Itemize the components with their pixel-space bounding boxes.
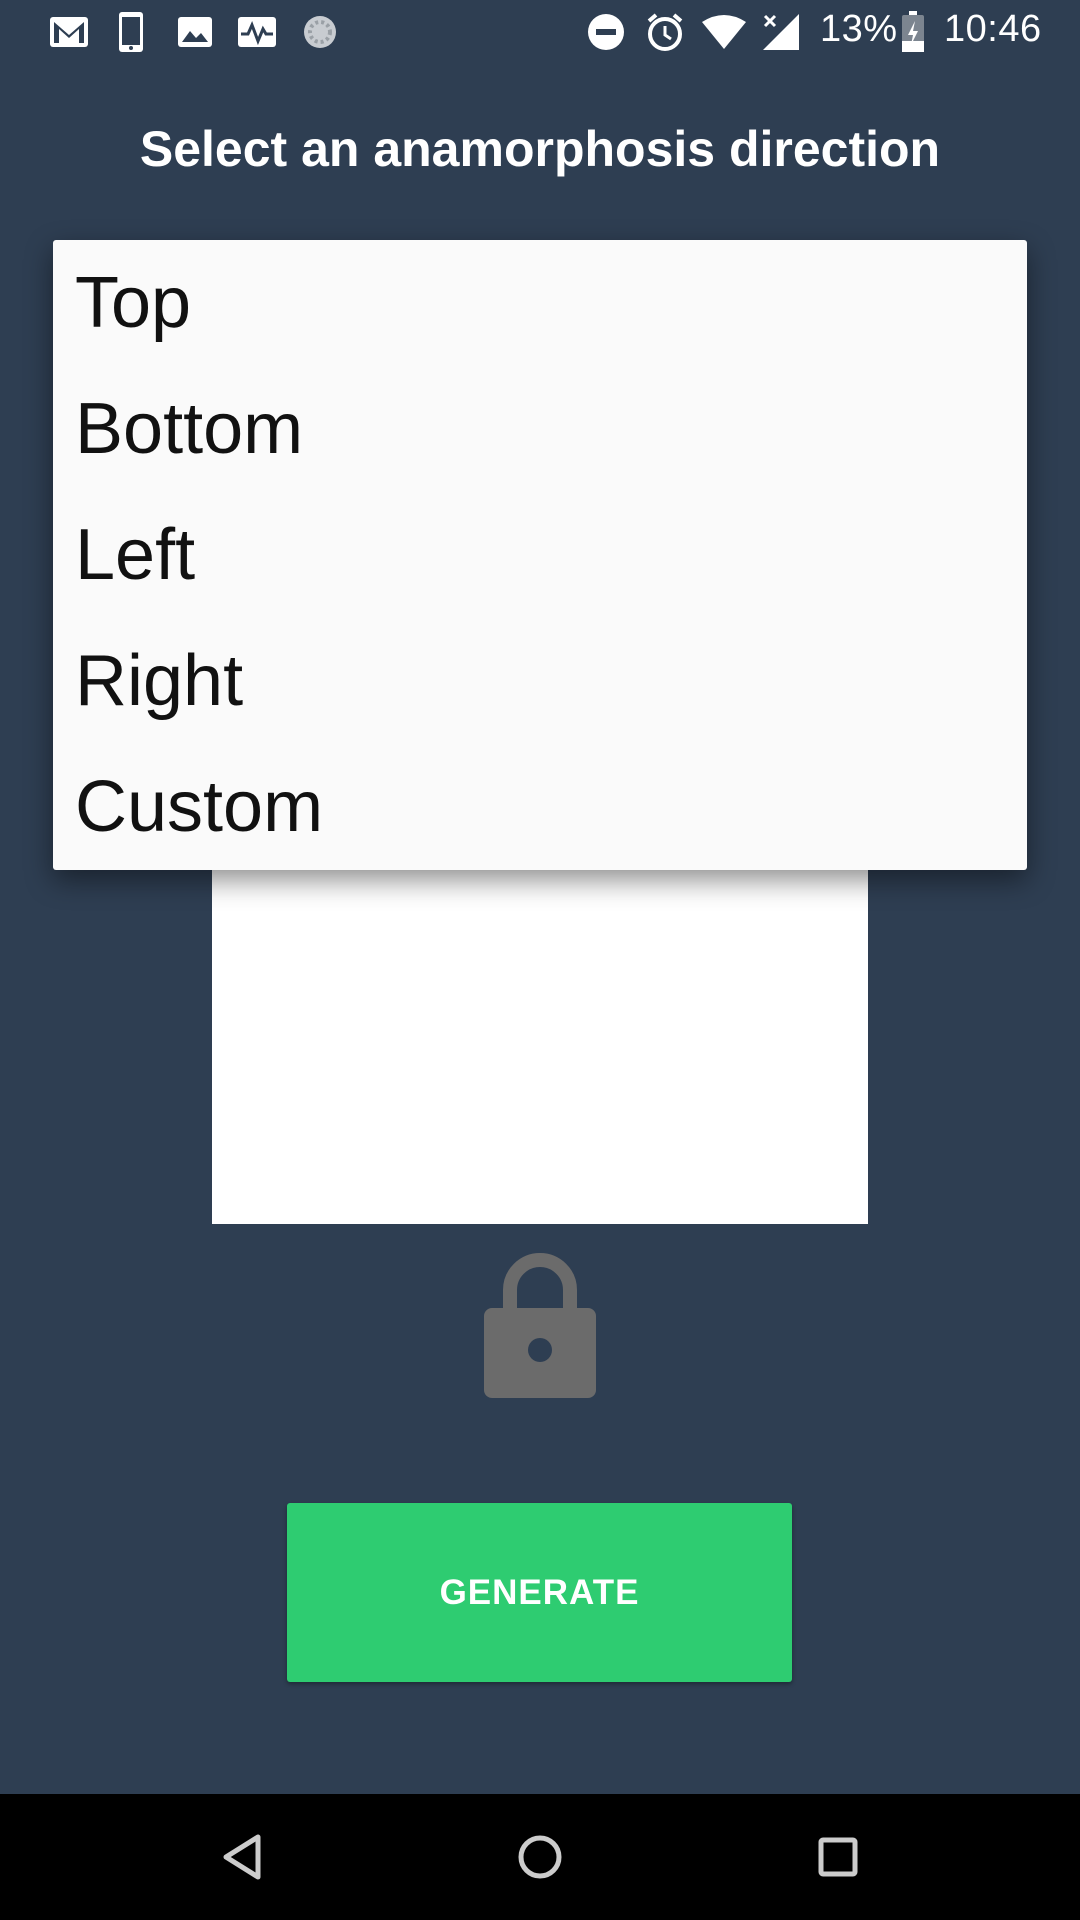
dropdown-option-top[interactable]: Top <box>75 240 1015 366</box>
gmail-icon <box>48 12 90 52</box>
dropdown-option-right[interactable]: Right <box>75 618 1015 744</box>
back-icon[interactable] <box>212 1827 272 1887</box>
image-icon <box>176 12 214 52</box>
dropdown-option-bottom[interactable]: Bottom <box>75 366 1015 492</box>
loading-icon <box>300 12 340 52</box>
phone-icon <box>116 12 146 52</box>
clock: 10:46 <box>944 8 1042 50</box>
dropdown-option-left[interactable]: Left <box>75 492 1015 618</box>
navigation-bar <box>0 1794 1080 1920</box>
recents-icon[interactable] <box>808 1827 868 1887</box>
battery-percent: 13% <box>820 8 898 50</box>
alarm-icon <box>644 12 686 52</box>
lock-icon[interactable] <box>482 1250 598 1400</box>
status-bar: 13% 10:46 <box>0 0 1080 64</box>
activity-icon <box>236 12 278 52</box>
dropdown-option-custom[interactable]: Custom <box>75 744 1015 870</box>
battery-icon <box>900 11 926 52</box>
wifi-icon <box>700 12 748 52</box>
direction-dropdown-menu: Top Bottom Left Right Custom <box>53 240 1027 870</box>
signal-icon <box>760 12 802 52</box>
page-title: Select an anamorphosis direction <box>139 121 941 177</box>
home-icon[interactable] <box>510 1827 570 1887</box>
dnd-icon <box>586 12 626 52</box>
generate-button[interactable]: GENERATE <box>287 1503 792 1682</box>
